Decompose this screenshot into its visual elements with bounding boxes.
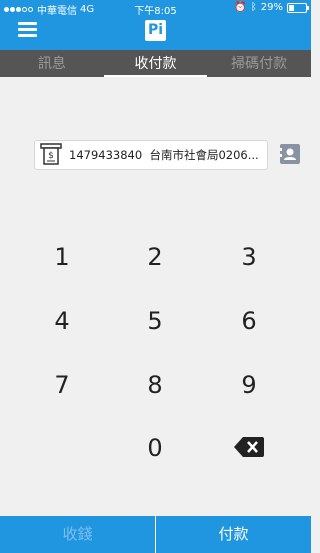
account-number: 1479433840	[69, 148, 143, 162]
alarm-icon: ⏰	[234, 2, 247, 13]
battery-percent: 29%	[260, 2, 283, 13]
backspace-icon[interactable]	[234, 436, 264, 458]
key-2[interactable]: 2	[125, 237, 185, 277]
contacts-icon[interactable]	[280, 144, 300, 164]
tab-payment[interactable]: 收付款	[103, 50, 208, 77]
account-selector[interactable]: $ 1479433840 台南市社會局0206...	[34, 140, 268, 170]
app-logo-icon: Pi	[145, 20, 166, 41]
tab-bar: 訊息 收付款 掃碼付款	[0, 50, 311, 77]
key-5[interactable]: 5	[125, 301, 185, 341]
key-6[interactable]: 6	[219, 301, 279, 341]
key-3[interactable]: 3	[219, 237, 279, 277]
key-0[interactable]: 0	[125, 428, 185, 468]
status-bar: 中華電信 4G 下午8:05 ⏰ ᛒ 29%	[0, 0, 311, 17]
receipt-icon: $	[40, 143, 62, 165]
battery-icon	[287, 2, 309, 13]
account-name: 台南市社會局0206...	[149, 148, 259, 162]
key-9[interactable]: 9	[219, 365, 279, 405]
app-header: 中華電信 4G 下午8:05 ⏰ ᛒ 29% Pi	[0, 0, 311, 50]
key-8[interactable]: 8	[125, 365, 185, 405]
collect-button[interactable]: 收錢	[0, 516, 155, 553]
menu-icon[interactable]	[18, 22, 37, 38]
key-4[interactable]: 4	[32, 301, 92, 341]
key-7[interactable]: 7	[32, 365, 92, 405]
pay-button[interactable]: 付款	[155, 516, 311, 553]
tab-scan-pay[interactable]: 掃碼付款	[207, 50, 311, 77]
key-1[interactable]: 1	[32, 237, 92, 277]
bluetooth-icon: ᛒ	[250, 2, 257, 13]
bottom-action-bar: 收錢 付款	[0, 516, 311, 553]
svg-text:$: $	[48, 151, 54, 161]
tab-messages[interactable]: 訊息	[0, 50, 104, 77]
